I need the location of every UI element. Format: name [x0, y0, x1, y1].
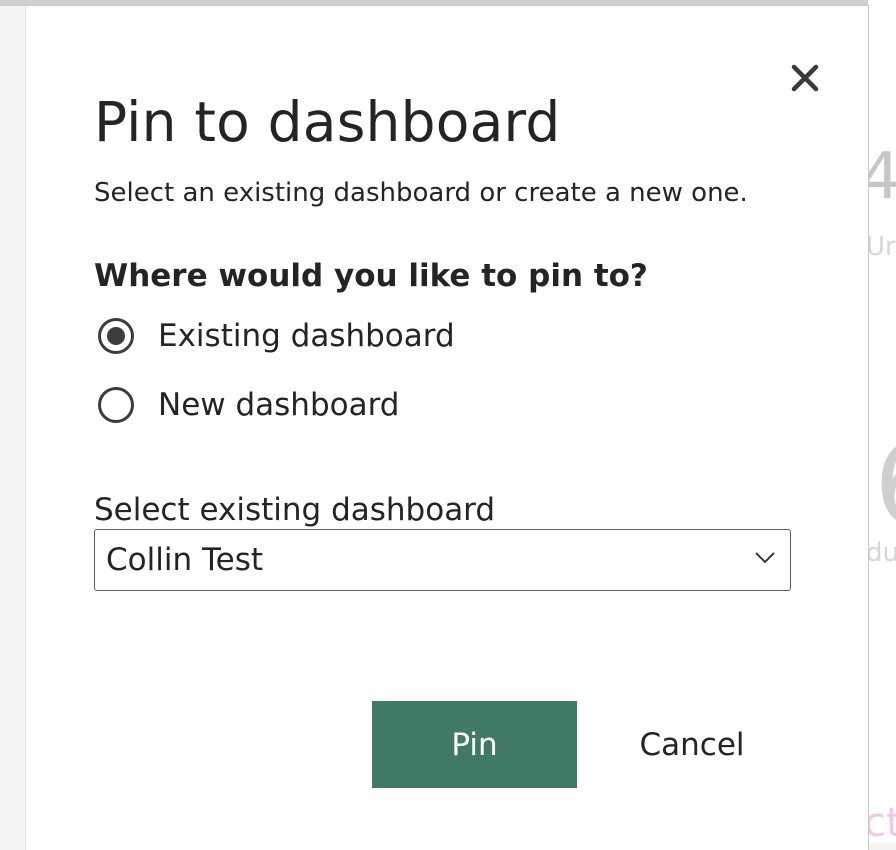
- radio-label: New dashboard: [158, 387, 400, 423]
- existing-dashboard-radio[interactable]: Existing dashboard: [98, 314, 455, 358]
- dashboard-select-value: Collin Test: [106, 542, 263, 578]
- radio-label: Existing dashboard: [158, 318, 455, 354]
- background-glyph: du: [868, 538, 896, 568]
- close-icon: [791, 64, 819, 92]
- background-glyph: ct: [868, 800, 896, 843]
- background-glyph: 4: [868, 140, 896, 214]
- pin-location-question: Where would you like to pin to?: [94, 258, 648, 294]
- radio-checked-icon[interactable]: [98, 318, 134, 354]
- background-report: 4 Ur 6 du ct: [868, 0, 896, 843]
- chevron-down-icon: [755, 552, 775, 564]
- dialog-subtitle: Select an existing dashboard or create a…: [94, 178, 748, 208]
- radio-unchecked-icon[interactable]: [98, 387, 134, 423]
- background-glyph: Ur: [868, 232, 896, 262]
- pin-button[interactable]: Pin: [372, 701, 577, 788]
- background-glyph: 6: [874, 420, 896, 548]
- new-dashboard-radio[interactable]: New dashboard: [98, 383, 399, 427]
- select-dashboard-label: Select existing dashboard: [94, 492, 496, 528]
- dashboard-select[interactable]: Collin Test: [94, 529, 791, 591]
- dialog-title: Pin to dashboard: [94, 90, 561, 154]
- close-button[interactable]: [788, 61, 822, 95]
- cancel-button[interactable]: Cancel: [616, 701, 768, 788]
- pin-to-dashboard-dialog: Pin to dashboard Select an existing dash…: [25, 5, 869, 850]
